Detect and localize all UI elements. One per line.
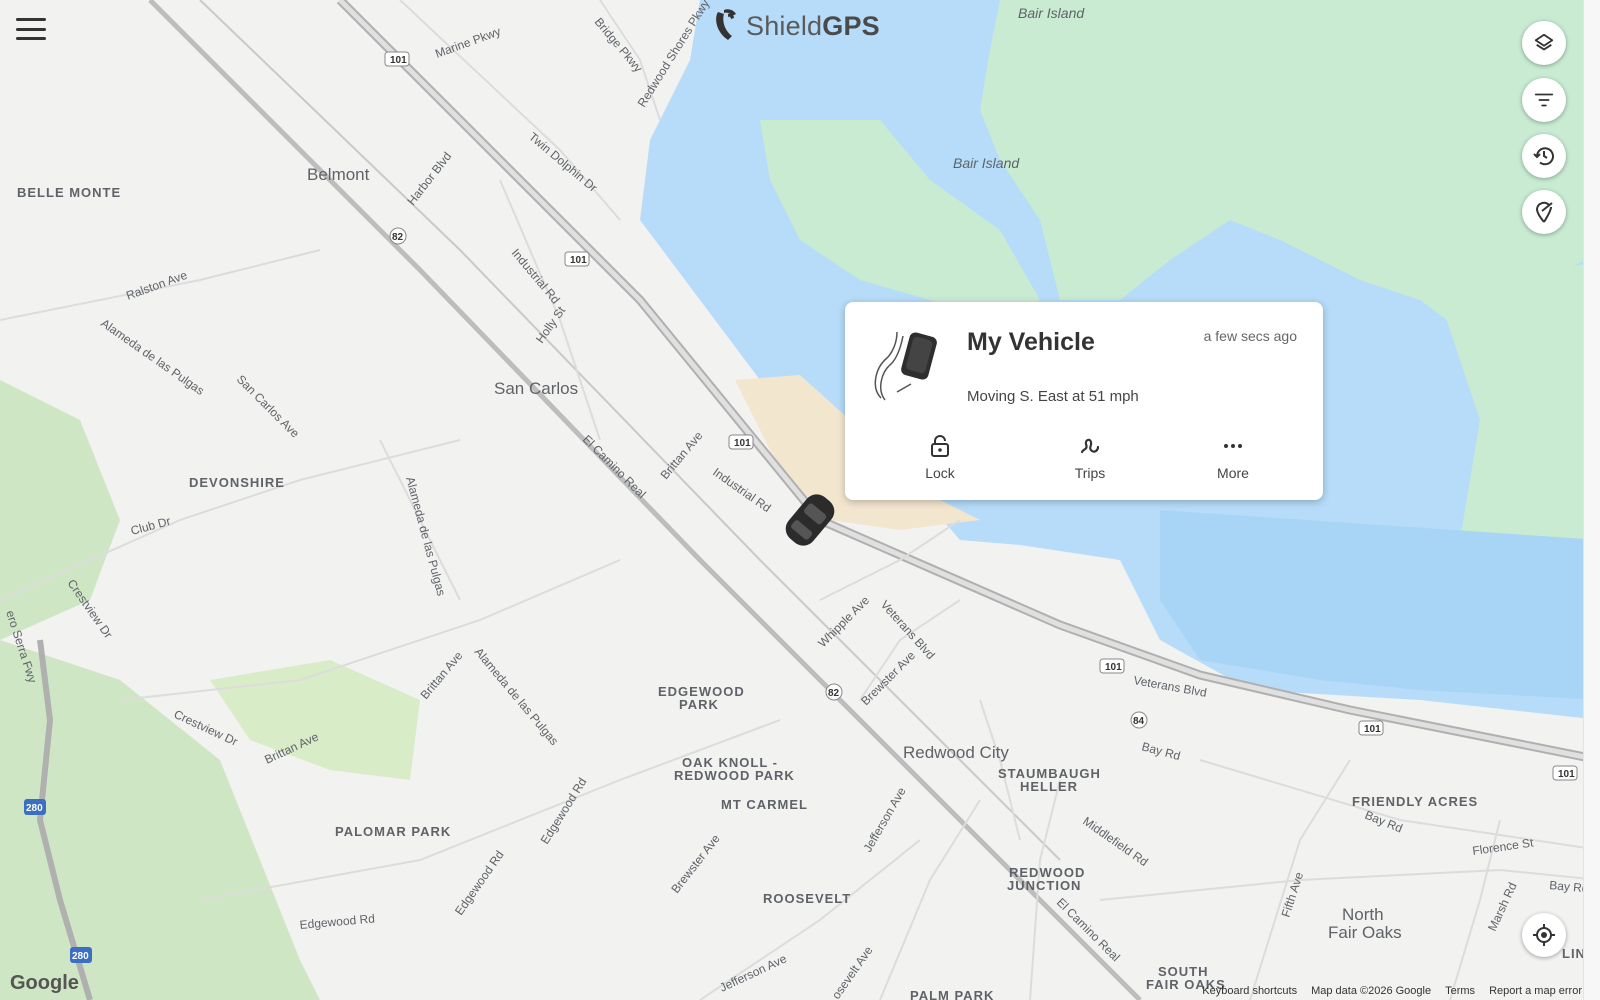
- place-bair-island-top: Bair Island: [1018, 5, 1085, 21]
- map-data-credit: Map data ©2026 Google: [1311, 985, 1432, 997]
- shield-101: 101: [1099, 658, 1125, 674]
- layers-button[interactable]: [1522, 21, 1566, 65]
- menu-button[interactable]: [14, 14, 48, 44]
- page-scrollbar[interactable]: [1583, 0, 1600, 1000]
- svg-text:101: 101: [1364, 724, 1381, 735]
- report-map-error-link[interactable]: Report a map error: [1489, 985, 1582, 997]
- shield-82: 82: [825, 683, 843, 701]
- lock-icon: [931, 435, 949, 457]
- svg-text:280: 280: [26, 803, 43, 814]
- place-roosevelt: ROOSEVELT: [763, 891, 851, 906]
- locate-icon: [1533, 924, 1555, 946]
- trips-label: Trips: [1074, 465, 1106, 481]
- filter-button[interactable]: [1522, 78, 1566, 122]
- map-canvas[interactable]: Bair Island Bair Island Belmont BELLE MO…: [0, 0, 1600, 1000]
- geofence-icon: [1535, 201, 1553, 223]
- place-devonshire: DEVONSHIRE: [189, 475, 285, 490]
- svg-text:101: 101: [1105, 662, 1122, 673]
- locate-button[interactable]: [1522, 913, 1566, 957]
- geofence-button[interactable]: [1522, 190, 1566, 234]
- lock-label: Lock: [925, 465, 955, 481]
- shield-280: 280: [24, 799, 46, 815]
- shield-101: 101: [1358, 720, 1384, 736]
- place-edgewood-park-2: PARK: [679, 697, 719, 712]
- history-icon: [1533, 147, 1554, 166]
- menu-icon-bar: [16, 37, 46, 40]
- last-update-time: a few secs ago: [1203, 328, 1297, 344]
- brand-logo: ShieldGPS: [712, 8, 880, 44]
- svg-text:101: 101: [1558, 769, 1575, 780]
- place-san-carlos: San Carlos: [494, 379, 578, 398]
- trips-button[interactable]: Trips: [1045, 434, 1135, 481]
- shield-280: 280: [70, 947, 92, 963]
- menu-icon-bar: [16, 18, 46, 21]
- place-mt-carmel: MT CARMEL: [721, 797, 808, 812]
- place-bair-island: Bair Island: [953, 155, 1020, 171]
- shield-101: 101: [728, 434, 754, 450]
- shield-101: 101: [564, 251, 590, 267]
- brand-name: ShieldGPS: [746, 10, 880, 41]
- keyboard-shortcuts-link[interactable]: Keyboard shortcuts: [1202, 985, 1297, 997]
- more-button[interactable]: More: [1188, 434, 1278, 481]
- trips-icon: [1080, 438, 1100, 454]
- place-north-fair-oaks-2: Fair Oaks: [1328, 923, 1402, 942]
- svg-text:101: 101: [734, 438, 751, 449]
- shield-82: 82: [389, 227, 407, 245]
- google-logo: Google: [10, 972, 79, 994]
- lock-button[interactable]: Lock: [895, 434, 985, 481]
- svg-text:84: 84: [1133, 716, 1145, 727]
- place-belmont: Belmont: [307, 165, 370, 184]
- svg-text:101: 101: [390, 55, 407, 66]
- terms-link[interactable]: Terms: [1445, 985, 1475, 997]
- place-redwood-junction-2: JUNCTION: [1007, 878, 1081, 893]
- place-staumbaugh-2: HELLER: [1020, 779, 1078, 794]
- shield-84: 84: [1130, 711, 1148, 729]
- shield-101: 101: [1552, 765, 1578, 781]
- vehicle-status: Moving S. East at 51 mph: [967, 388, 1139, 405]
- vehicle-info-card[interactable]: My Vehicle a few secs ago Moving S. East…: [845, 302, 1323, 500]
- place-redwood-city: Redwood City: [903, 743, 1009, 762]
- card-actions: Lock Trips More: [845, 434, 1323, 486]
- more-label: More: [1217, 465, 1249, 481]
- svg-text:82: 82: [828, 688, 840, 699]
- map-footer: Keyboard shortcuts Map data ©2026 Google…: [1202, 985, 1582, 997]
- filter-icon: [1534, 93, 1554, 107]
- place-palomar-park: PALOMAR PARK: [335, 824, 451, 839]
- history-button[interactable]: [1522, 134, 1566, 178]
- place-belle-monte: BELLE MONTE: [17, 185, 121, 200]
- place-oak-knoll-2: REDWOOD PARK: [674, 768, 795, 783]
- gps-tracker-icon: [874, 331, 937, 401]
- shield-101: 101: [384, 51, 410, 67]
- svg-text:280: 280: [72, 951, 89, 962]
- place-palm-park: PALM PARK: [910, 988, 994, 1000]
- shieldgps-logo-icon: [716, 9, 736, 40]
- menu-icon-bar: [16, 27, 46, 31]
- vehicle-name: My Vehicle: [967, 328, 1095, 356]
- svg-text:82: 82: [392, 232, 404, 243]
- layers-icon: [1534, 33, 1554, 51]
- place-friendly-acres: FRIENDLY ACRES: [1352, 794, 1478, 809]
- more-icon: [1224, 444, 1242, 448]
- place-north-fair-oaks-1: North: [1342, 905, 1384, 924]
- svg-text:101: 101: [570, 255, 587, 266]
